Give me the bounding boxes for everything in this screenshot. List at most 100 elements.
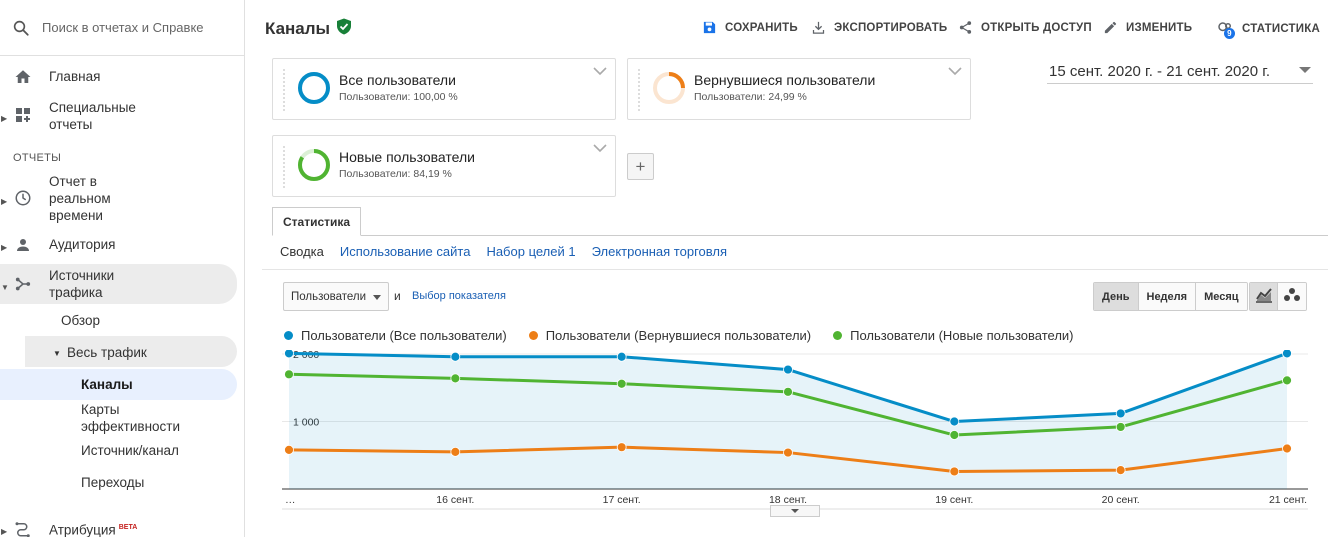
x-tick-label: 16 сент.	[436, 494, 474, 506]
x-tick-label: 19 сент.	[935, 494, 973, 506]
tab-statistics[interactable]: Статистика	[272, 207, 362, 236]
subtab-goal-set[interactable]: Набор целей 1	[486, 244, 575, 259]
period-week-button[interactable]: Неделя	[1138, 283, 1197, 310]
add-segment-button[interactable]: +	[627, 153, 654, 180]
legend-item[interactable]: Пользователи (Новые пользователи)	[833, 328, 1074, 343]
segment-name: Вернувшиеся пользователи	[694, 72, 876, 88]
edit-button[interactable]: ИЗМЕНИТЬ	[1103, 20, 1192, 35]
plus-icon: +	[635, 156, 646, 176]
date-range-picker[interactable]: 15 сент. 2020 г. - 21 сент. 2020 г.	[1047, 60, 1313, 84]
export-button[interactable]: ЭКСПОРТИРОВАТЬ	[811, 20, 947, 35]
data-point	[1115, 408, 1126, 419]
data-point	[949, 466, 960, 477]
export-icon	[811, 20, 826, 35]
segment-ring	[298, 149, 330, 181]
x-tick-label: …	[285, 494, 296, 506]
subtab-summary[interactable]: Сводка	[280, 244, 324, 259]
sidebar-item-realtime[interactable]: ▶ Отчет в реальном времени	[0, 173, 244, 224]
segment-card-returning-users[interactable]: Вернувшиеся пользователи Пользователи: 2…	[627, 58, 971, 120]
chart-type-toggle	[1249, 282, 1307, 311]
legend-swatch	[833, 331, 843, 340]
x-tick-label: 21 сент.	[1269, 494, 1307, 506]
segment-card-all-users[interactable]: Все пользователи Пользователи: 100,00 %	[272, 58, 616, 120]
subtab-site-usage[interactable]: Использование сайта	[340, 244, 471, 259]
segment-card-new-users[interactable]: Новые пользователи Пользователи: 84,19 %	[272, 135, 616, 197]
segment-share: Пользователи: 84,19 %	[339, 168, 452, 180]
data-point	[284, 444, 294, 455]
share-button[interactable]: ОТКРЫТЬ ДОСТУП	[958, 20, 1092, 35]
data-point	[450, 446, 461, 457]
data-point	[1282, 350, 1292, 359]
chevron-down-icon[interactable]	[593, 67, 607, 79]
data-point	[284, 369, 294, 380]
period-day-button[interactable]: День	[1094, 283, 1139, 310]
line-chart-icon	[1255, 287, 1273, 306]
attribution-icon	[14, 520, 32, 537]
chevron-down-icon[interactable]	[948, 67, 962, 79]
clock-icon	[14, 189, 32, 207]
sidebar-item-custom-reports[interactable]: ▶ Специальные отчеты	[0, 99, 244, 133]
search-input[interactable]: Поиск в отчетах и Справке	[42, 20, 212, 35]
save-icon	[702, 20, 717, 35]
beta-badge: BETA	[118, 523, 138, 531]
sidebar-item-overview[interactable]: Обзор	[61, 312, 100, 329]
legend-item[interactable]: Пользователи (Вернувшиеся пользователи)	[528, 328, 811, 343]
sidebar-item-acquisition[interactable]: ▼ Источники трафика	[0, 267, 244, 301]
search-icon	[0, 19, 42, 37]
select-metric-link[interactable]: Выбор показателя	[412, 290, 506, 302]
data-point	[783, 364, 793, 375]
motion-chart-button[interactable]	[1278, 283, 1306, 310]
acquisition-icon	[14, 275, 32, 293]
sidebar-item-attribution[interactable]: ▶ Атрибуция BETA	[0, 520, 244, 537]
sidebar-item-treemaps[interactable]: Карты эффективности	[81, 401, 180, 435]
sidebar-item-channels[interactable]: Каналы	[81, 376, 133, 393]
period-month-button[interactable]: Месяц	[1196, 283, 1247, 310]
sidebar-item-referrals[interactable]: Переходы	[81, 474, 144, 491]
chart-resize-handle[interactable]	[770, 505, 820, 517]
data-point	[1282, 375, 1292, 386]
data-point	[949, 416, 960, 427]
share-icon	[958, 20, 973, 35]
data-point	[616, 442, 627, 453]
bubble-chart-icon	[1283, 287, 1301, 306]
sidebar-item-home[interactable]: Главная	[0, 68, 244, 86]
drag-handle[interactable]	[283, 146, 289, 188]
tab-strip: Статистика	[272, 207, 1328, 236]
sidebar: Поиск в отчетах и Справке Главная ▶ Спец…	[0, 0, 245, 537]
pencil-icon	[1103, 20, 1118, 35]
legend-item[interactable]: Пользователи (Все пользователи)	[284, 328, 507, 343]
home-icon	[14, 68, 32, 86]
sidebar-item-source-medium[interactable]: Источник/канал	[81, 442, 179, 459]
segment-name: Новые пользователи	[339, 149, 475, 165]
sidebar-item-all-traffic[interactable]: Весь трафик	[67, 344, 147, 361]
expand-arrow-icon: ▶	[1, 243, 8, 252]
insights-button[interactable]: 9 СТАТИСТИКА	[1216, 20, 1320, 39]
sidebar-item-label: Атрибуция BETA	[49, 522, 138, 537]
x-tick-label: 20 сент.	[1102, 494, 1140, 506]
data-point	[1115, 465, 1126, 476]
line-chart[interactable]: 1 0002 000… 16 сент. 17 сент. 18 сент. 19 се…	[282, 350, 1312, 510]
and-label: и	[394, 289, 401, 303]
drag-handle[interactable]	[283, 69, 289, 111]
expand-arrow-icon: ▶	[1, 197, 8, 206]
collapse-arrow-icon: ▼	[1, 283, 9, 292]
segment-ring	[653, 72, 685, 104]
page-title: Каналы	[265, 18, 352, 40]
verified-shield-icon	[336, 18, 352, 40]
section-label-reports: ОТЧЕТЫ	[13, 152, 62, 164]
line-chart-button[interactable]	[1250, 283, 1278, 310]
sidebar-search[interactable]: Поиск в отчетах и Справке	[0, 0, 244, 56]
data-point	[616, 351, 627, 362]
sidebar-item-audience[interactable]: ▶ Аудитория	[0, 236, 244, 253]
save-button[interactable]: СОХРАНИТЬ	[702, 20, 798, 35]
drag-handle[interactable]	[638, 69, 644, 111]
collapse-arrow-icon: ▼	[53, 349, 61, 358]
report-header: Каналы СОХРАНИТЬ ЭКСПОРТИРОВАТЬ ОТКРЫТЬ …	[262, 0, 1328, 55]
sidebar-item-label: Главная	[49, 69, 101, 84]
subtab-ecommerce[interactable]: Электронная торговля	[592, 244, 727, 259]
chevron-down-icon[interactable]	[593, 144, 607, 156]
data-point	[949, 430, 960, 440]
subtabs: Сводка Использование сайта Набор целей 1…	[280, 244, 727, 259]
main-content: Каналы СОХРАНИТЬ ЭКСПОРТИРОВАТЬ ОТКРЫТЬ …	[262, 0, 1328, 537]
metric-select[interactable]: Пользователи	[283, 282, 389, 311]
